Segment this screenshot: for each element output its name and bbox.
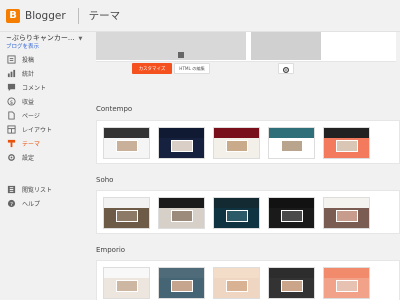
top-bar: B Blogger テーマ: [0, 0, 400, 32]
sidebar-item-label: 投稿: [22, 56, 35, 64]
posts-icon: [6, 54, 16, 64]
svg-text:$: $: [9, 99, 12, 105]
gear-icon: [282, 59, 290, 78]
blog-name: ~ぶらりキャンカー...: [6, 34, 75, 42]
blogger-logo-icon[interactable]: B: [6, 8, 20, 23]
current-theme-preview: [96, 32, 246, 60]
earnings-icon: $: [6, 96, 16, 106]
theme-gallery: カスタマイズ HTML の編集 Contempo Soho Emporio: [92, 32, 400, 300]
sidebar-item-label: コメント: [22, 84, 47, 92]
sidebar-item-theme[interactable]: テーマ: [0, 136, 92, 150]
sidebar-item-label: レイアウト: [22, 126, 53, 134]
sidebar-item-label: ヘルプ: [22, 200, 41, 208]
sidebar-item-stats[interactable]: 統計: [0, 66, 92, 80]
mobile-theme-preview: [251, 32, 321, 60]
theme-thumbnail[interactable]: [268, 127, 315, 159]
sidebar-item-label: ページ: [22, 112, 40, 120]
theme-group-title: Emporio: [96, 246, 126, 254]
theme-group-title: Contempo: [96, 105, 133, 113]
sidebar-item-label: テーマ: [22, 140, 41, 148]
layout-icon: [6, 124, 16, 134]
sidebar-item-label: 統計: [22, 70, 35, 78]
sidebar-item-pages[interactable]: ページ: [0, 108, 92, 122]
sidebar-item-label: 閲覧リスト: [22, 186, 53, 194]
theme-thumbnail[interactable]: [158, 267, 205, 299]
title-divider: [77, 7, 79, 24]
edit-html-button[interactable]: HTML の編集: [174, 63, 210, 74]
theme-thumbnail[interactable]: [103, 267, 150, 299]
view-blog-link[interactable]: ブログを表示: [6, 42, 39, 50]
sidebar-item-label: 収益: [22, 98, 35, 106]
gear-icon: [6, 152, 16, 162]
theme-thumbnail[interactable]: [213, 267, 260, 299]
sidebar-item-earnings[interactable]: $ 収益: [0, 94, 92, 108]
pages-icon: [6, 110, 16, 120]
mobile-settings-button[interactable]: [278, 63, 294, 74]
theme-group-emporio: [96, 260, 400, 300]
stats-icon: [6, 68, 16, 78]
brand-name: Blogger: [25, 9, 66, 22]
mobile-preview-thumbnail: [178, 52, 184, 58]
theme-thumbnail[interactable]: [213, 197, 260, 229]
sidebar-item-help[interactable]: ? ヘルプ: [0, 196, 92, 210]
sidebar-item-layout[interactable]: レイアウト: [0, 122, 92, 136]
theme-thumbnail[interactable]: [268, 267, 315, 299]
customize-button[interactable]: カスタマイズ: [132, 63, 172, 74]
theme-thumbnail[interactable]: [103, 197, 150, 229]
current-theme-panel: [96, 32, 396, 62]
theme-thumbnail[interactable]: [323, 127, 370, 159]
theme-thumbnail[interactable]: [323, 267, 370, 299]
help-icon: ?: [6, 198, 16, 208]
sidebar-item-posts[interactable]: 投稿: [0, 52, 92, 66]
blogger-theme-page: B Blogger テーマ ~ぶらりキャンカー... ▼ ブログを表示 投稿 統計…: [0, 0, 400, 300]
theme-thumbnail[interactable]: [158, 197, 205, 229]
page-title: テーマ: [88, 10, 121, 22]
svg-text:?: ?: [10, 201, 13, 207]
theme-thumbnail[interactable]: [103, 127, 150, 159]
sidebar-item-comments[interactable]: コメント: [0, 80, 92, 94]
theme-group-contempo: [96, 120, 400, 164]
reading-list-icon: [6, 184, 16, 194]
sidebar-item-label: 設定: [22, 154, 35, 162]
sidebar-item-reading-list[interactable]: 閲覧リスト: [0, 182, 92, 196]
theme-thumbnail[interactable]: [158, 127, 205, 159]
comments-icon: [6, 82, 16, 92]
caret-down-icon: ▼: [78, 36, 83, 42]
theme-thumbnail[interactable]: [323, 197, 370, 229]
theme-thumbnail[interactable]: [268, 197, 315, 229]
theme-group-title: Soho: [96, 176, 114, 184]
sidebar-item-settings[interactable]: 設定: [0, 150, 92, 164]
theme-icon: [6, 138, 16, 148]
theme-thumbnail[interactable]: [213, 127, 260, 159]
theme-group-soho: [96, 190, 400, 234]
sidebar: ~ぶらりキャンカー... ▼ ブログを表示 投稿 統計 コメント $ 収益 ペー…: [0, 32, 92, 300]
